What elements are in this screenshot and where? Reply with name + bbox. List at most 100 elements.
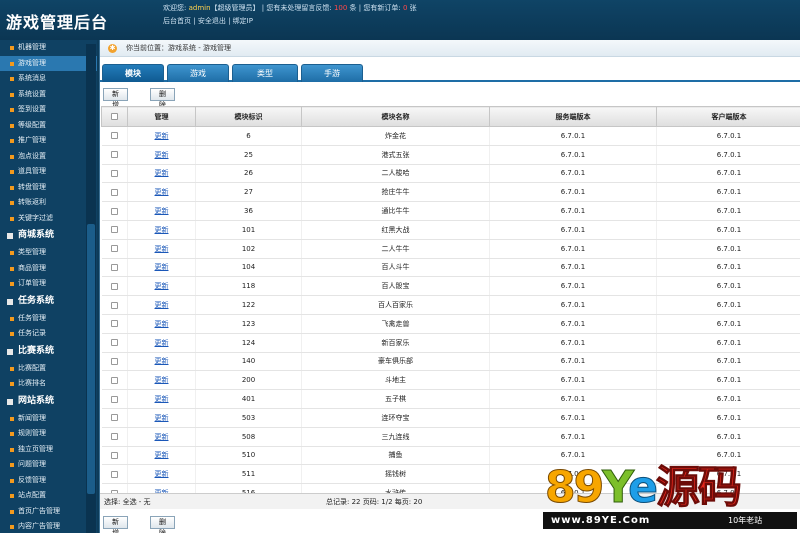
edit-link[interactable]: 更新 (155, 320, 169, 328)
row-select-cell[interactable] (101, 145, 128, 165)
row-checkbox[interactable] (110, 433, 118, 441)
sidebar-item[interactable]: 转账返利 (0, 195, 97, 211)
row-checkbox[interactable] (110, 245, 118, 253)
sidebar-group[interactable]: 比赛系统 (0, 342, 97, 361)
row-select-cell[interactable] (101, 352, 128, 372)
sidebar-group[interactable]: 任务系统 (0, 292, 97, 311)
sidebar-item[interactable]: 比赛排名 (0, 376, 97, 392)
edit-link[interactable]: 更新 (155, 470, 169, 478)
edit-link[interactable]: 更新 (155, 451, 169, 459)
row-checkbox[interactable] (110, 301, 118, 309)
header-module-name[interactable]: 模块名称 (301, 106, 490, 127)
row-checkbox[interactable] (110, 320, 118, 328)
sidebar-item[interactable]: 系统设置 (0, 87, 97, 103)
header-client-version[interactable]: 客户端版本 (656, 106, 800, 127)
edit-link[interactable]: 更新 (155, 395, 169, 403)
row-checkbox[interactable] (110, 132, 118, 140)
row-checkbox[interactable] (110, 395, 118, 403)
row-checkbox[interactable] (110, 339, 118, 347)
edit-link[interactable]: 更新 (155, 169, 169, 177)
sidebar-item[interactable]: 推广管理 (0, 133, 97, 149)
sidebar-item[interactable]: 游戏管理 (0, 55, 97, 71)
sidebar-group[interactable]: 商城系统 (0, 226, 97, 245)
select-controls[interactable]: 选择: 全选 - 无 (104, 494, 151, 510)
row-checkbox[interactable] (110, 470, 118, 478)
sidebar-item[interactable]: 问题管理 (0, 457, 97, 473)
select-all-checkbox[interactable] (111, 113, 118, 120)
sidebar-item[interactable]: 规则管理 (0, 426, 97, 442)
edit-link[interactable]: 更新 (155, 263, 169, 271)
sidebar-item[interactable]: 商品管理 (0, 261, 97, 277)
row-select-cell[interactable] (101, 427, 128, 447)
edit-link[interactable]: 更新 (155, 188, 169, 196)
row-select-cell[interactable] (101, 370, 128, 391)
tab-modules[interactable]: 模块 (102, 64, 164, 82)
row-select-cell[interactable] (101, 126, 128, 146)
sidebar-group[interactable]: 网站系统 (0, 392, 97, 411)
row-checkbox[interactable] (110, 151, 118, 159)
sidebar-item[interactable]: 签到设置 (0, 102, 97, 118)
tab-mobile-games[interactable]: 手游 (301, 64, 363, 82)
sidebar-item[interactable]: 首页广告管理 (0, 504, 97, 520)
select-all-header[interactable] (101, 106, 128, 127)
sidebar-item[interactable]: 类型管理 (0, 245, 97, 261)
row-checkbox[interactable] (110, 263, 118, 271)
row-checkbox[interactable] (110, 414, 118, 422)
row-select-cell[interactable] (101, 295, 128, 315)
row-checkbox[interactable] (110, 451, 118, 459)
sidebar-item[interactable]: 泡点设置 (0, 149, 97, 165)
sidebar-item[interactable]: 道具管理 (0, 164, 97, 180)
edit-link[interactable]: 更新 (155, 433, 169, 441)
sidebar-item[interactable]: 反馈管理 (0, 473, 97, 489)
row-checkbox[interactable] (110, 188, 118, 196)
edit-link[interactable]: 更新 (155, 357, 169, 365)
row-select-cell[interactable] (101, 314, 128, 334)
sidebar-item[interactable]: 系统消息 (0, 71, 97, 87)
edit-link[interactable]: 更新 (155, 414, 169, 422)
sidebar-item[interactable]: 机器管理 (0, 40, 97, 56)
row-select-cell[interactable] (101, 239, 128, 259)
row-select-cell[interactable] (101, 164, 128, 184)
sidebar-item[interactable]: 关键字过滤 (0, 211, 97, 227)
row-select-cell[interactable] (101, 182, 128, 203)
edit-link[interactable]: 更新 (155, 301, 169, 309)
edit-link[interactable]: 更新 (155, 151, 169, 159)
row-select-cell[interactable] (101, 220, 128, 240)
sidebar-item[interactable]: 比赛配置 (0, 361, 97, 377)
tab-games[interactable]: 游戏 (167, 64, 229, 82)
row-checkbox[interactable] (110, 169, 118, 177)
edit-link[interactable]: 更新 (155, 207, 169, 215)
sidebar-item[interactable]: 站点配置 (0, 488, 97, 504)
row-checkbox[interactable] (110, 282, 118, 290)
row-select-cell[interactable] (101, 464, 128, 485)
sidebar-item[interactable]: 等级配置 (0, 118, 97, 134)
row-checkbox[interactable] (110, 226, 118, 234)
logout-link[interactable]: 安全退出 (198, 17, 226, 25)
edit-link[interactable]: 更新 (155, 339, 169, 347)
sidebar-item[interactable]: 转盘管理 (0, 180, 97, 196)
edit-link[interactable]: 更新 (155, 245, 169, 253)
bind-ip-link[interactable]: 绑定IP (233, 17, 253, 25)
sidebar-item[interactable]: 任务记录 (0, 326, 97, 342)
row-select-cell[interactable] (101, 446, 128, 466)
row-checkbox[interactable] (110, 357, 118, 365)
tab-types[interactable]: 类型 (232, 64, 298, 82)
sidebar-item[interactable]: 新闻管理 (0, 411, 97, 427)
scrollbar-thumb[interactable] (87, 224, 95, 494)
row-select-cell[interactable] (101, 201, 128, 221)
delete-button[interactable]: 删除 (150, 88, 175, 109)
row-select-cell[interactable] (101, 389, 128, 409)
delete-button-bottom[interactable]: 删除 (150, 516, 175, 533)
add-button[interactable]: 新增 (103, 88, 128, 109)
row-select-cell[interactable] (101, 408, 128, 428)
sidebar-item[interactable]: 内容广告管理 (0, 519, 97, 533)
header-server-version[interactable]: 服务端版本 (489, 106, 657, 127)
edit-link[interactable]: 更新 (155, 376, 169, 384)
header-module-id[interactable]: 模块标识 (195, 106, 302, 127)
sidebar-item[interactable]: 订单管理 (0, 276, 97, 292)
edit-link[interactable]: 更新 (155, 226, 169, 234)
row-select-cell[interactable] (101, 258, 128, 278)
add-button-bottom[interactable]: 新增 (103, 516, 128, 533)
row-checkbox[interactable] (110, 376, 118, 384)
feedback-count[interactable]: 100 (334, 4, 347, 12)
